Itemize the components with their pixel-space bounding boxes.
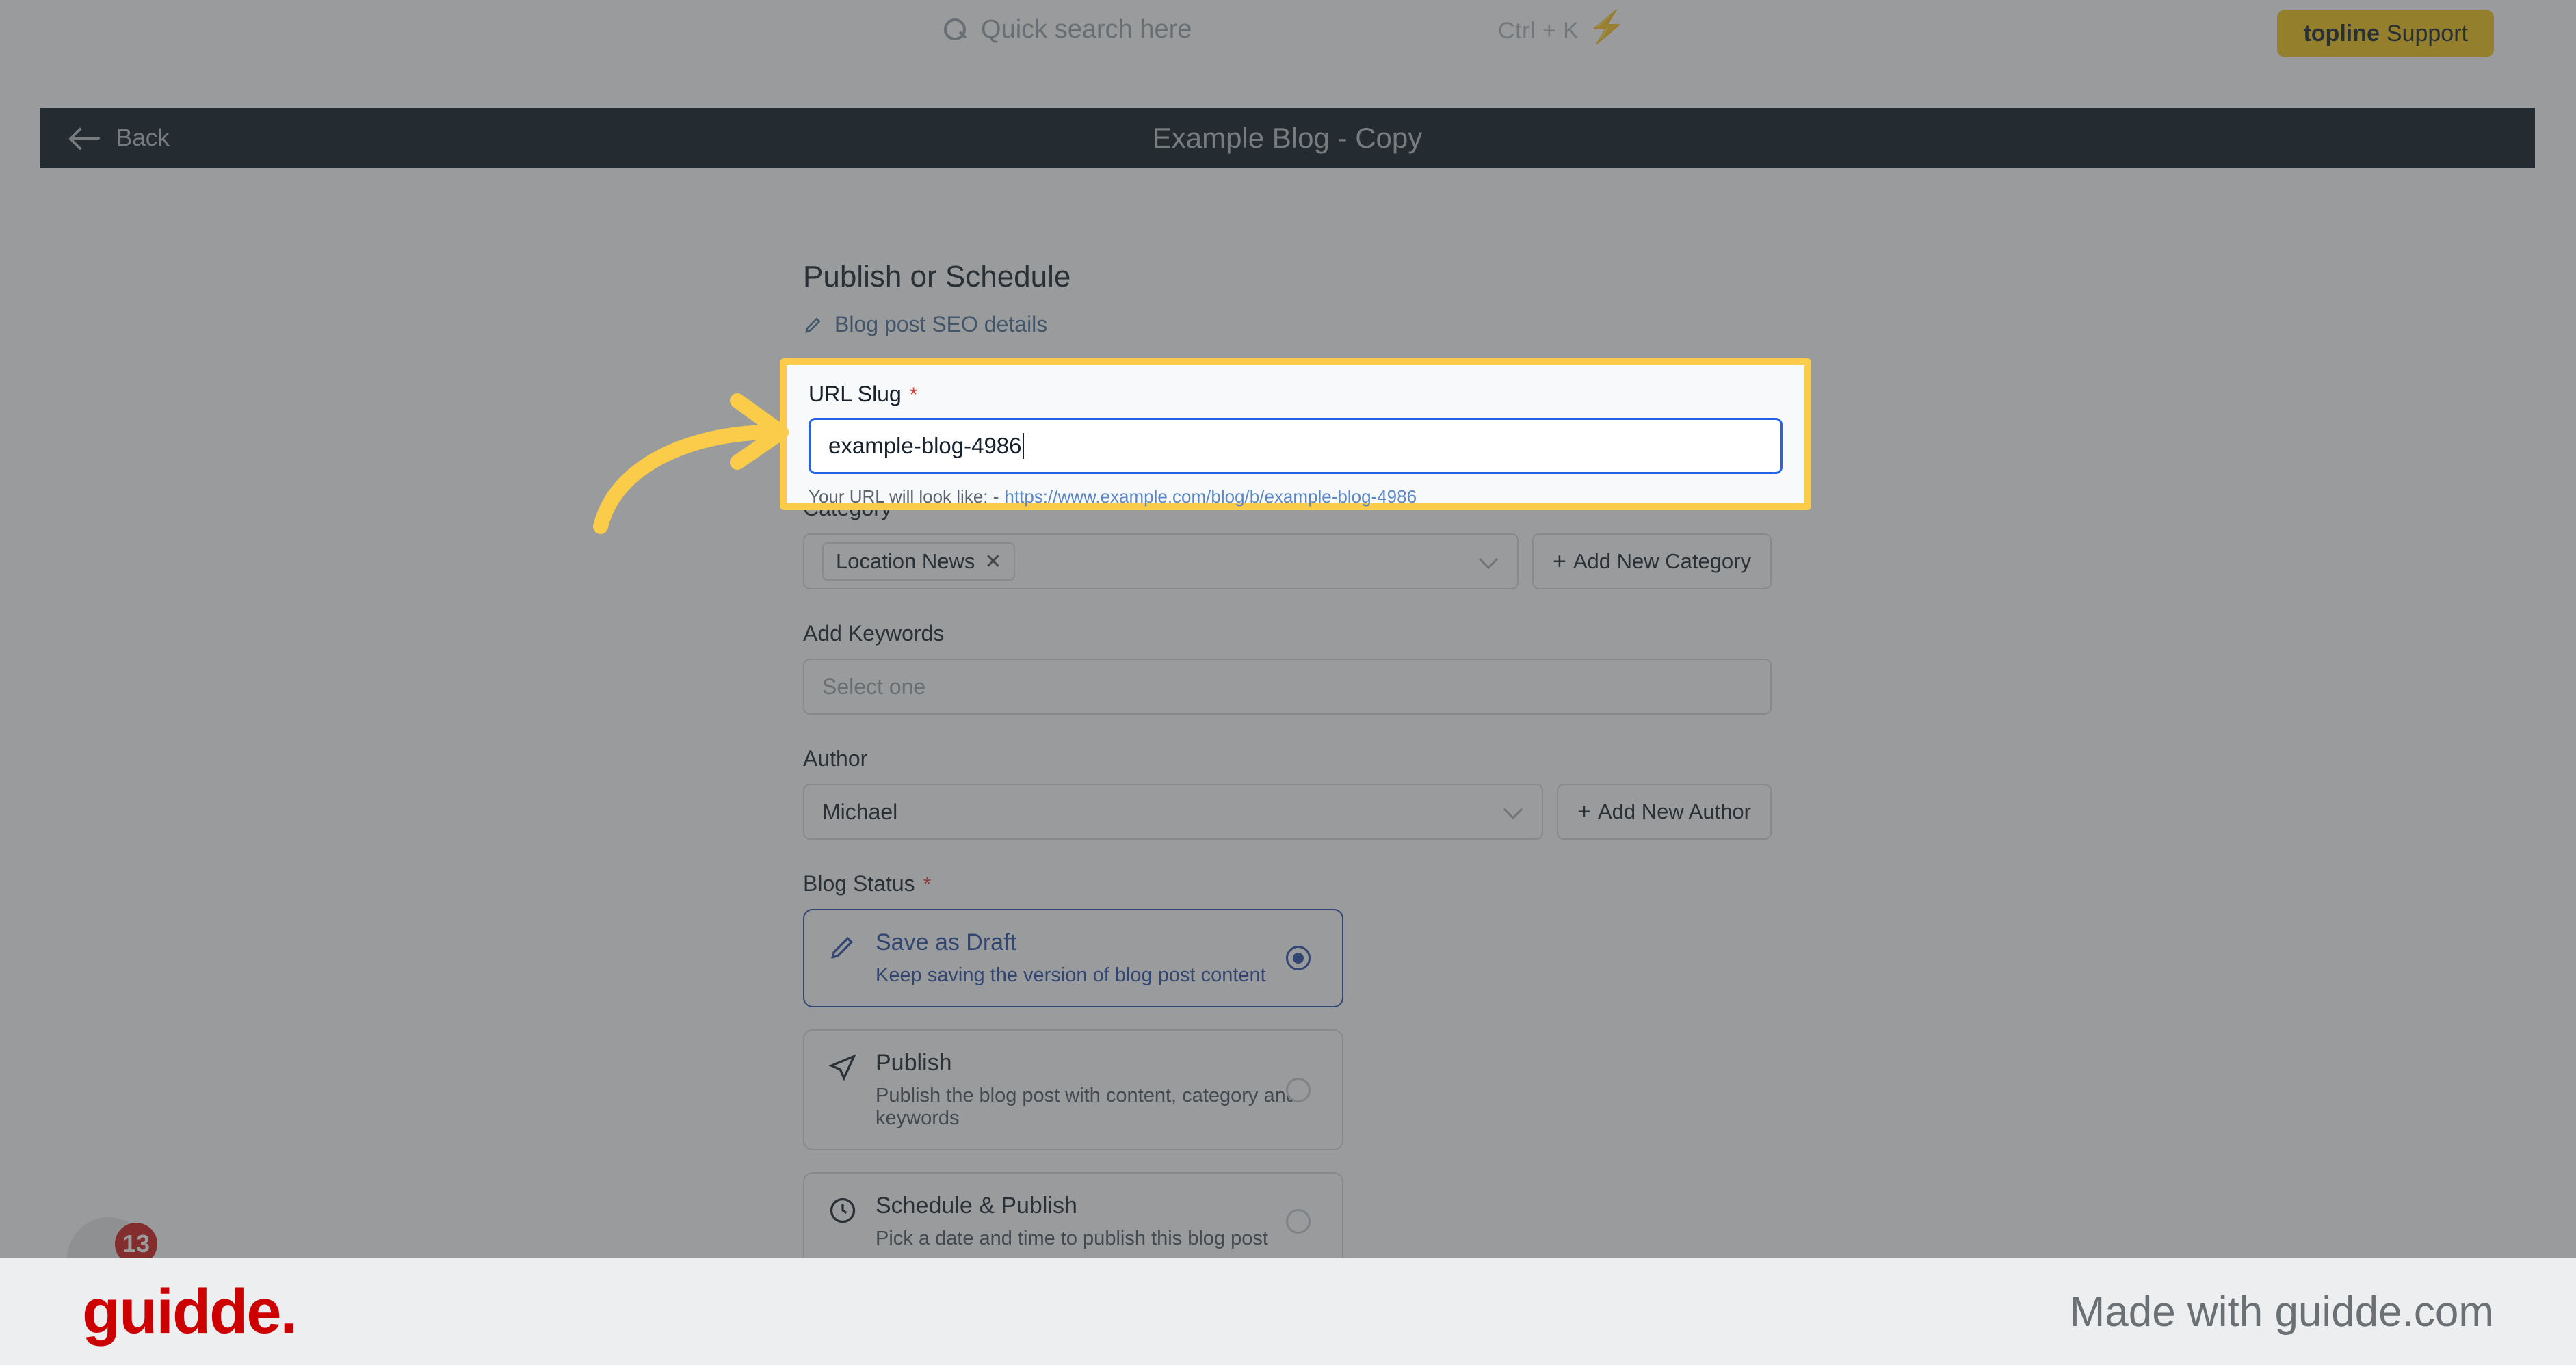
add-new-category-label: Add New Category — [1573, 549, 1751, 573]
url-slug-required-marker: * — [909, 384, 918, 406]
chevron-down-icon — [1503, 799, 1523, 820]
status-option-save-as-draft[interactable]: Save as Draft Keep saving the version of… — [803, 909, 1343, 1007]
status-option-subtitle: Pick a date and time to publish this blo… — [876, 1228, 1268, 1249]
back-button-label: Back — [116, 124, 170, 151]
url-slug-highlight-card: URL Slug * example-blog-4986 Your URL wi… — [780, 358, 1811, 510]
status-option-radio[interactable] — [1286, 1209, 1311, 1234]
plus-icon: + — [1577, 799, 1591, 825]
status-option-radio[interactable] — [1286, 946, 1311, 970]
status-option-title: Save as Draft — [876, 929, 1016, 955]
text-cursor — [1022, 433, 1024, 459]
url-slug-help: Your URL will look like: - https://www.e… — [809, 486, 1783, 507]
app-root: Quick search here Ctrl + K ⚡ topline Sup… — [0, 0, 2576, 1365]
pencil-icon — [805, 317, 821, 333]
status-option-title: Publish — [876, 1050, 952, 1076]
status-option-subtitle: Publish the blog post with content, cate… — [876, 1085, 1297, 1129]
url-slug-label: URL Slug * — [809, 382, 1783, 407]
add-new-author-label: Add New Author — [1597, 799, 1751, 823]
url-slug-preview-url[interactable]: https://www.example.com/blog/b/example-b… — [1004, 486, 1417, 507]
status-option-subtitle: Keep saving the version of blog post con… — [876, 964, 1266, 986]
keywords-placeholder: Select one — [822, 674, 926, 699]
keyboard-shortcut-hint: Ctrl + K — [1498, 18, 1579, 44]
keywords-label: Add Keywords — [803, 621, 1772, 646]
chevron-down-icon — [1478, 549, 1499, 570]
category-row: Location News ✕ + Add New Category — [803, 533, 1772, 589]
topline-support-button[interactable]: topline Support — [2277, 10, 2494, 57]
keywords-label-text: Add Keywords — [803, 621, 945, 646]
plus-icon: + — [1552, 548, 1566, 574]
author-label-text: Author — [803, 746, 868, 771]
blog-status-required-marker: * — [923, 873, 932, 896]
status-option-publish[interactable]: Publish Publish the blog post with conte… — [803, 1029, 1343, 1150]
keywords-select[interactable]: Select one — [803, 659, 1772, 715]
url-slug-help-prefix: Your URL will look like: - — [809, 486, 999, 507]
made-with-guidde-label: Made with guidde.com — [2069, 1288, 2494, 1336]
blog-status-label: Blog Status * — [803, 871, 1772, 897]
back-button[interactable]: Back — [71, 124, 170, 152]
url-slug-input[interactable]: example-blog-4986 — [809, 418, 1783, 474]
status-option-radio[interactable] — [1286, 1077, 1311, 1102]
quick-search-placeholder: Quick search here — [981, 15, 1192, 44]
author-label: Author — [803, 746, 1772, 771]
author-value: Michael — [822, 799, 898, 824]
clock-icon — [830, 1197, 856, 1223]
blog-post-seo-details-link[interactable]: Blog post SEO details — [803, 312, 1772, 337]
url-slug-value: example-blog-4986 — [828, 433, 1022, 458]
category-select[interactable]: Location News ✕ — [803, 533, 1519, 589]
author-row: Michael + Add New Author — [803, 784, 1772, 840]
guidde-footer: guidde. Made with guidde.com — [0, 1258, 2576, 1365]
seo-link-label: Blog post SEO details — [834, 312, 1048, 336]
guidde-logo: guidde. — [82, 1276, 298, 1347]
quick-search-box[interactable]: Quick search here — [944, 15, 1192, 44]
top-utility-bar: Quick search here Ctrl + K ⚡ topline Sup… — [0, 0, 2576, 68]
category-tag-label: Location News — [836, 549, 975, 573]
support-button-label: Support — [2386, 20, 2468, 47]
status-option-schedule-and-publish[interactable]: Schedule & Publish Pick a date and time … — [803, 1172, 1343, 1271]
search-icon — [944, 18, 967, 42]
support-button-brand: topline — [2303, 20, 2380, 47]
paper-plane-icon — [828, 1054, 856, 1081]
blog-status-label-text: Blog Status — [803, 871, 915, 896]
lightning-bolt-icon[interactable]: ⚡ — [1587, 11, 1626, 42]
author-select[interactable]: Michael — [803, 784, 1544, 840]
status-option-title: Schedule & Publish — [876, 1193, 1077, 1219]
category-tag[interactable]: Location News ✕ — [822, 542, 1016, 581]
page-title: Example Blog - Copy — [1152, 122, 1423, 154]
pencil-icon — [831, 936, 854, 959]
add-new-author-button[interactable]: + Add New Author — [1557, 784, 1772, 840]
page-header-bar: Back Example Blog - Copy — [40, 108, 2535, 168]
arrow-left-icon — [71, 128, 101, 148]
add-new-category-button[interactable]: + Add New Category — [1532, 533, 1772, 589]
section-title: Publish or Schedule — [803, 260, 1071, 293]
url-slug-label-text: URL Slug — [809, 382, 902, 406]
close-icon[interactable]: ✕ — [984, 550, 1001, 574]
